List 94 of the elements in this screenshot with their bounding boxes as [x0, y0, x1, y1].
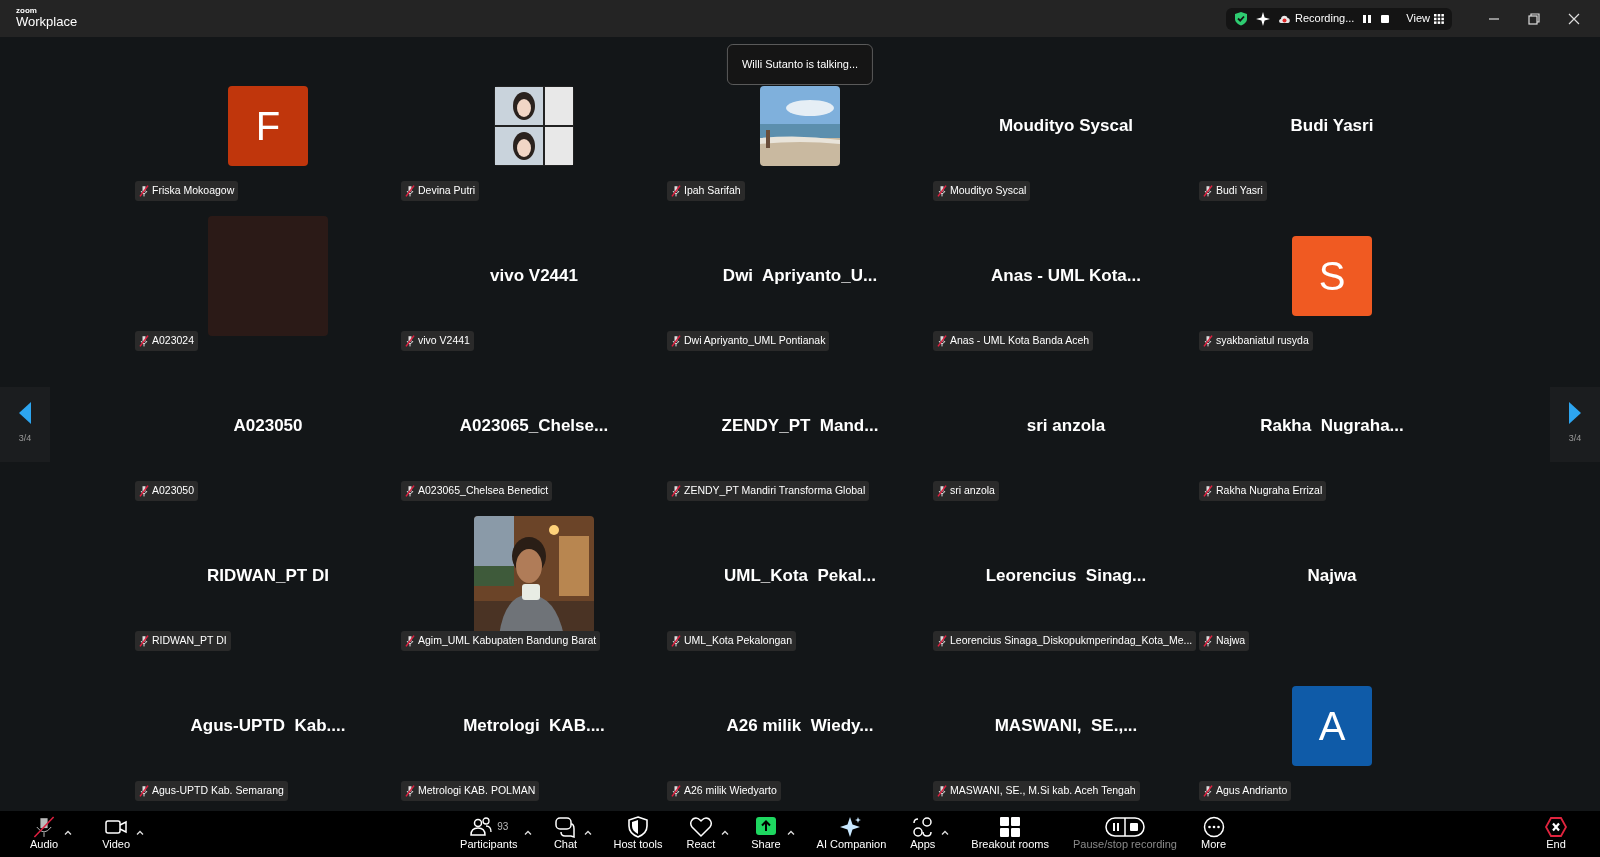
participant-count: 93	[497, 821, 509, 834]
shield-icon[interactable]	[626, 816, 650, 839]
caret-up-icon[interactable]	[136, 830, 145, 836]
toolbar-button[interactable]: Share	[747, 816, 785, 852]
participant-label: Devina Putri	[418, 183, 476, 199]
participant-name: MASWANI, SE.,...	[994, 715, 1138, 738]
app-title: Workplace	[16, 15, 78, 30]
stop-icon[interactable]	[1380, 13, 1391, 24]
participant-label: vivo V2441	[418, 333, 470, 349]
avatar-initial: A	[1292, 686, 1372, 766]
caret-up-icon[interactable]	[721, 830, 730, 836]
toolbar-button[interactable]: AI Companion	[812, 816, 891, 852]
participant-name: Leorencius Sinag...	[985, 565, 1147, 588]
participant-label: Anas - UML Kota Banda Aceh	[950, 333, 1090, 349]
avatar-initial: F	[228, 86, 308, 166]
participant-label: Najwa	[1216, 633, 1246, 649]
participant-label: Agus-UPTD Kab. Semarang	[152, 783, 284, 799]
participant-name: sri anzola	[1026, 415, 1106, 438]
close-icon[interactable]	[1568, 12, 1580, 25]
avatar-initial: S	[1292, 236, 1372, 316]
caret-up-icon[interactable]	[523, 830, 532, 836]
toolbar-button[interactable]: React	[682, 816, 720, 852]
toolbar-button[interactable]: Chat	[549, 816, 582, 852]
restore-icon[interactable]	[1528, 12, 1540, 25]
grid-icon	[1434, 13, 1444, 24]
end-call-icon[interactable]	[1544, 816, 1568, 839]
triangle-previous-icon	[19, 402, 31, 425]
toolbar-button[interactable]: Host tools	[609, 816, 667, 852]
speaker-notification: Willi Sutanto is talking...	[726, 44, 874, 85]
participant-label: MASWANI, SE., M.Si kab. Aceh Tengah	[950, 783, 1136, 799]
shield-check-icon	[1234, 11, 1249, 26]
participant-name: A023065_Chelse...	[459, 415, 609, 438]
page-next-button[interactable]: 3/4	[1550, 386, 1600, 462]
participant-name: Anas - UML Kota...	[991, 265, 1141, 288]
participant-label: sri anzola	[950, 483, 995, 499]
pause-icon[interactable]	[1362, 13, 1373, 24]
sparkle-icon	[1256, 11, 1271, 26]
toolbar-button[interactable]: More	[1196, 816, 1231, 852]
view-button[interactable]: View	[1406, 10, 1444, 27]
muted-mic-icon[interactable]	[32, 816, 57, 839]
participant-label: Friska Mokoagow	[152, 183, 235, 199]
participant-name: vivo V2441	[490, 265, 578, 288]
caret-up-icon[interactable]	[583, 830, 592, 836]
participant-label: UML_Kota Pekalongan	[684, 633, 792, 649]
toolbar-button[interactable]: 93 Participants	[456, 816, 522, 852]
participant-label: RIDWAN_PT DI	[152, 633, 227, 649]
cloud-record-icon	[1278, 13, 1292, 24]
participant-name: Budi Yasri	[1290, 115, 1374, 138]
page-indicator: 3/4	[18, 432, 32, 446]
people-icon[interactable]	[469, 816, 494, 839]
participant-label: Agim_UML Kabupaten Bandung Barat	[418, 633, 597, 649]
chat-bubbles-icon[interactable]	[553, 816, 578, 839]
participant-label: Budi Yasri	[1216, 183, 1263, 199]
page-indicator: 3/4	[1568, 432, 1582, 446]
toolbar-button[interactable]: Breakout rooms	[967, 816, 1053, 852]
participant-name: Rakha Nugraha...	[1260, 415, 1404, 438]
participant-name: ZENDY_PT Mand...	[721, 415, 879, 438]
recording-status: Recording...	[1295, 11, 1355, 27]
participant-name: Moudityo Syscal	[998, 115, 1134, 138]
page-previous-button[interactable]: 3/4	[0, 386, 50, 462]
participant-label: Metrologi KAB. POLMAN	[418, 783, 536, 799]
participant-label: A023065_Chelsea Benedict	[418, 483, 549, 499]
participant-label: Dwi Apriyanto_UML Pontianak	[684, 333, 826, 349]
triangle-next-icon	[1569, 402, 1581, 425]
participant-label: Ipah Sarifah	[684, 183, 741, 199]
participant-label: Moudityo Syscal	[950, 183, 1027, 199]
toolbar-button[interactable]: Video	[98, 816, 135, 852]
participant-name: A26 milik Wiedy...	[726, 715, 874, 738]
caret-up-icon[interactable]	[64, 830, 73, 836]
participant-label: A023050	[152, 483, 195, 499]
participant-label: A023024	[152, 333, 195, 349]
participant-name: Dwi Apriyanto_U...	[722, 265, 878, 288]
logo-text: zoom	[16, 7, 38, 16]
participant-name: Najwa	[1307, 565, 1357, 588]
participant-label: Agus Andrianto	[1216, 783, 1288, 799]
participant-label: Rakha Nugraha Errizal	[1216, 483, 1323, 499]
participant-label: syakbaniatul rusyda	[1216, 333, 1309, 349]
four-squares-icon[interactable]	[998, 816, 1023, 839]
apps-icon[interactable]	[910, 816, 935, 839]
toolbar-button[interactable]: End	[1540, 816, 1572, 852]
more-icon[interactable]	[1201, 816, 1226, 839]
participant-name: A023050	[233, 415, 303, 438]
caret-up-icon[interactable]	[786, 830, 795, 836]
toolbar-button[interactable]: Apps	[906, 816, 940, 852]
participant-name: Metrologi KAB....	[463, 715, 605, 738]
caret-up-icon[interactable]	[941, 830, 950, 836]
toolbar-button[interactable]: Audio	[26, 816, 63, 852]
participant-name: UML_Kota Pekal...	[723, 565, 877, 588]
participant-name: Agus-UPTD Kab....	[190, 715, 346, 738]
participant-label: A26 milik Wiedyarto	[684, 783, 777, 799]
participant-label: ZENDY_PT Mandiri Transforma Global	[684, 483, 866, 499]
participant-name: RIDWAN_PT DI	[207, 565, 329, 588]
participant-label: Leorencius Sinaga_Diskopukmperindag_Kota_Me...	[950, 633, 1193, 649]
heart-icon[interactable]	[688, 816, 713, 839]
